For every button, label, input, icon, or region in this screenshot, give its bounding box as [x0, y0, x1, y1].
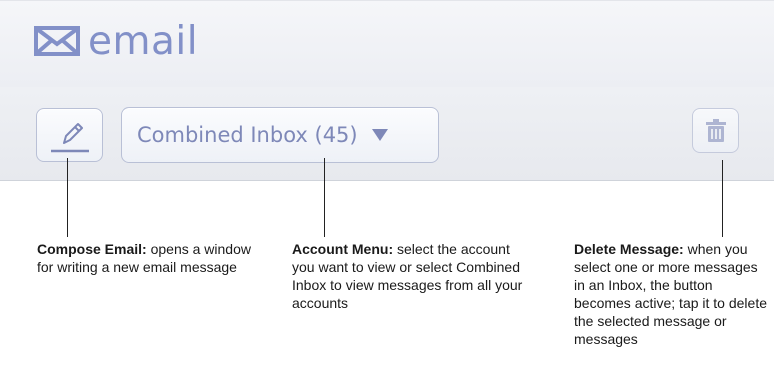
- app-title: email: [88, 18, 199, 64]
- account-menu-button[interactable]: Combined Inbox (45): [121, 107, 439, 163]
- compose-callout-title: Compose Email:: [37, 241, 147, 257]
- account-callout: Account Menu: select the account you wan…: [292, 240, 528, 312]
- delete-callout-line: [722, 160, 723, 237]
- delete-callout: Delete Message: when you select one or m…: [574, 240, 770, 348]
- trash-icon: [706, 119, 726, 142]
- account-menu-label: Combined Inbox (45): [137, 123, 358, 147]
- delete-button[interactable]: [692, 108, 739, 153]
- caret-down-icon: [371, 129, 388, 141]
- compose-callout: Compose Email: opens a window for writin…: [37, 240, 257, 276]
- compose-button[interactable]: [36, 108, 103, 162]
- pencil-icon: [51, 123, 89, 153]
- app-brand: email: [34, 17, 198, 65]
- toolbar: Combined Inbox (45): [0, 87, 774, 181]
- account-callout-title: Account Menu:: [292, 241, 394, 257]
- account-callout-line: [324, 158, 325, 237]
- delete-callout-title: Delete Message:: [574, 241, 684, 257]
- compose-callout-line: [67, 158, 68, 237]
- app-header: email: [0, 0, 774, 88]
- envelope-icon: [34, 26, 80, 56]
